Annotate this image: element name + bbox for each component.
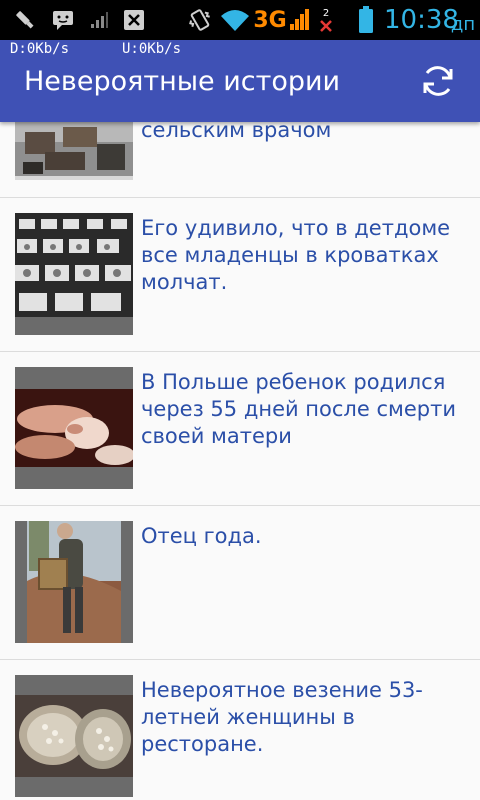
upload-speed: U:0Kb/s — [122, 41, 182, 57]
story-title: сельским врачом — [141, 122, 332, 142]
download-speed: D:0Kb/s — [10, 41, 70, 57]
story-title: Его удивило, что в детдоме все младенцы … — [141, 216, 451, 294]
list-item[interactable]: В Польше ребенок родился через 55 дней п… — [0, 352, 480, 506]
list-item[interactable]: сельским врачом — [0, 122, 480, 198]
list-item[interactable]: Невероятное везение 53-летней женщины в … — [0, 660, 480, 800]
refresh-icon — [423, 66, 453, 96]
story-thumbnail — [15, 213, 133, 335]
image-icon — [120, 6, 148, 34]
story-thumbnail — [15, 675, 133, 797]
app-bar: D:0Kb/s U:0Kb/s Невероятные истории — [0, 40, 480, 122]
app-title: Невероятные истории — [24, 66, 341, 97]
missed-call-icon — [320, 19, 332, 32]
story-thumbnail — [15, 122, 133, 180]
net-speed-overlay: D:0Kb/s U:0Kb/s — [0, 40, 480, 60]
messenger-icon — [48, 6, 78, 34]
story-thumbnail — [15, 521, 133, 643]
story-list[interactable]: сельским врачом Его удивило, что в детдо… — [0, 122, 480, 800]
clock-time: 10:38 — [384, 5, 459, 35]
clock-period: дп — [450, 13, 476, 35]
story-title: Отец года. — [141, 524, 262, 548]
signal-3g-icon — [288, 6, 312, 34]
sim-badge: 2 — [322, 7, 330, 19]
signal-icon — [86, 6, 112, 34]
list-item[interactable]: Его удивило, что в детдоме все младенцы … — [0, 198, 480, 352]
usb-icon — [10, 6, 40, 34]
status-bar: 3G 2 10:38 дп — [0, 0, 480, 40]
missed-call-indicator: 2 — [316, 6, 336, 34]
refresh-button[interactable] — [416, 59, 460, 103]
wifi-icon — [218, 6, 252, 34]
list-item[interactable]: Отец года. — [0, 506, 480, 660]
vibrate-icon — [186, 6, 214, 34]
story-title: В Польше ребенок родился через 55 дней п… — [141, 370, 456, 448]
story-thumbnail — [15, 367, 133, 489]
battery-icon — [356, 6, 376, 34]
network-type: 3G — [253, 7, 287, 33]
story-title: Невероятное везение 53-летней женщины в … — [141, 678, 423, 756]
